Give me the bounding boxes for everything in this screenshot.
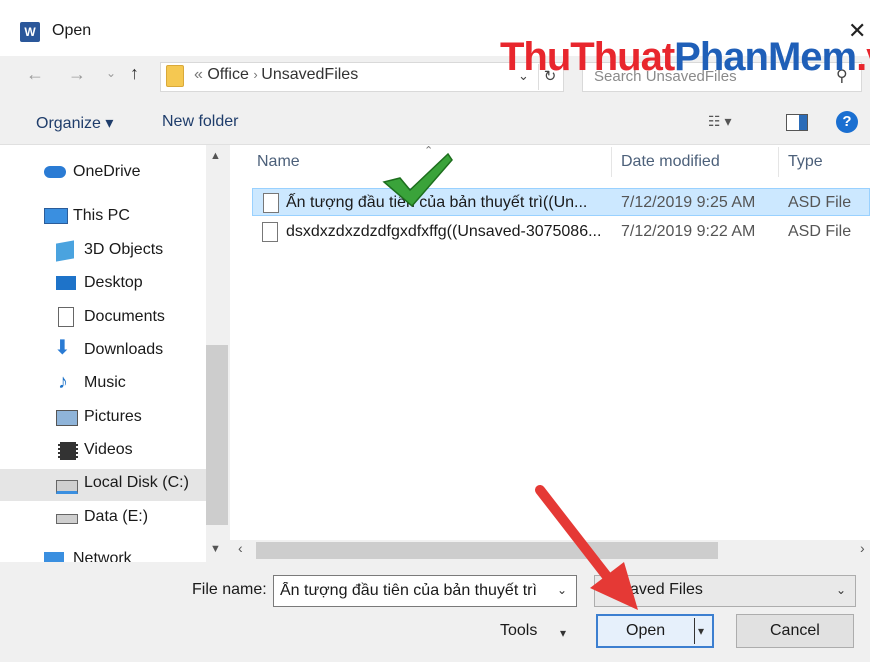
scroll-down-icon[interactable]: ▼: [210, 543, 221, 555]
file-type: ASD File: [788, 223, 852, 240]
music-icon: ♪: [58, 371, 68, 393]
watermark-logo: ThuThuatPhanMem.vn: [500, 35, 870, 79]
split-divider: [694, 618, 695, 644]
file-name: dsxdxzdxzdzdfgxdfxffg((Unsaved-3075086..…: [286, 223, 602, 240]
organize-button[interactable]: Organize ▾: [36, 113, 113, 133]
window-title: Open: [52, 22, 92, 39]
folder-icon: [166, 65, 184, 87]
file-name-label: File name:: [192, 581, 267, 598]
nav-item-3d-objects[interactable]: 3D Objects: [84, 241, 163, 259]
table-row[interactable]: dsxdxzdxzdzdfgxdfxffg((Unsaved-3075086..…: [252, 218, 870, 246]
file-date: 7/12/2019 9:25 AM: [621, 194, 756, 211]
nav-item-this-pc[interactable]: This PC: [73, 207, 130, 225]
3d-objects-icon: [56, 240, 74, 262]
nav-scrollbar-thumb[interactable]: [206, 345, 228, 525]
scroll-left-icon[interactable]: ‹: [238, 540, 243, 556]
file-type-dropdown-icon[interactable]: ⌄: [836, 583, 846, 597]
videos-icon: [58, 442, 78, 460]
recent-locations-chevron-icon[interactable]: ⌄: [106, 66, 116, 80]
back-arrow-icon[interactable]: ←: [26, 64, 44, 85]
nav-item-data-e[interactable]: Data (E:): [84, 508, 148, 526]
desktop-icon: [56, 276, 76, 290]
local-disk-icon: [56, 480, 78, 494]
nav-item-network[interactable]: Network: [73, 550, 132, 562]
nav-item-local-disk[interactable]: Local Disk (C:): [84, 474, 189, 492]
open-dropdown-icon[interactable]: ▾: [698, 624, 704, 638]
nav-item-desktop[interactable]: Desktop: [84, 274, 143, 292]
nav-item-onedrive[interactable]: OneDrive: [73, 163, 141, 181]
annotation-arrow-icon: [535, 485, 638, 610]
nav-item-music[interactable]: Music: [84, 374, 126, 392]
tools-dropdown-icon[interactable]: ▾: [560, 626, 566, 640]
network-icon: [44, 552, 64, 562]
cancel-button-label: Cancel: [770, 622, 820, 639]
file-date: 7/12/2019 9:22 AM: [621, 223, 756, 240]
breadcrumb: « Office › UnsavedFiles: [194, 66, 358, 84]
onedrive-icon: [44, 166, 66, 178]
word-app-icon: W: [20, 22, 40, 42]
toolbar: [0, 100, 870, 145]
column-separator[interactable]: [778, 147, 779, 177]
checkmark-icon: [382, 152, 453, 208]
scroll-right-icon[interactable]: ›: [860, 540, 865, 556]
nav-item-videos[interactable]: Videos: [84, 441, 133, 459]
downloads-icon: ⬇: [54, 337, 71, 359]
file-icon: [263, 193, 279, 213]
tools-button[interactable]: Tools: [500, 622, 537, 640]
scroll-up-icon[interactable]: ▲: [210, 150, 221, 162]
breadcrumb-unsavedfiles[interactable]: UnsavedFiles: [261, 66, 358, 83]
help-icon[interactable]: ?: [836, 111, 858, 133]
pictures-icon: [56, 410, 78, 426]
open-button-label: Open: [626, 622, 666, 639]
nav-item-documents[interactable]: Documents: [84, 308, 165, 326]
drive-icon: [56, 514, 78, 524]
documents-icon: [58, 307, 74, 327]
breadcrumb-office[interactable]: Office: [207, 66, 249, 83]
this-pc-icon: [44, 208, 68, 224]
nav-item-pictures[interactable]: Pictures: [84, 408, 142, 426]
column-header-date[interactable]: Date modified: [621, 153, 720, 171]
file-name-input[interactable]: Ấn tượng đầu tiên của bản thuyết trì: [280, 582, 548, 600]
column-header-type[interactable]: Type: [788, 153, 823, 171]
file-icon: [262, 222, 278, 242]
new-folder-button[interactable]: New folder: [162, 113, 238, 131]
preview-pane-icon[interactable]: [786, 114, 808, 131]
table-row[interactable]: Ấn tượng đầu tiên của bản thuyết trì((Un…: [252, 188, 870, 216]
nav-item-downloads[interactable]: Downloads: [84, 341, 163, 359]
file-type: ASD File: [788, 194, 852, 211]
column-separator[interactable]: [611, 147, 612, 177]
view-options-icon[interactable]: ☷ ▾: [708, 113, 731, 130]
forward-arrow-icon[interactable]: →: [68, 64, 86, 85]
up-arrow-icon[interactable]: ↑: [130, 63, 139, 84]
breadcrumb-prefix[interactable]: «: [194, 66, 203, 83]
column-header-name[interactable]: Name: [257, 153, 300, 171]
